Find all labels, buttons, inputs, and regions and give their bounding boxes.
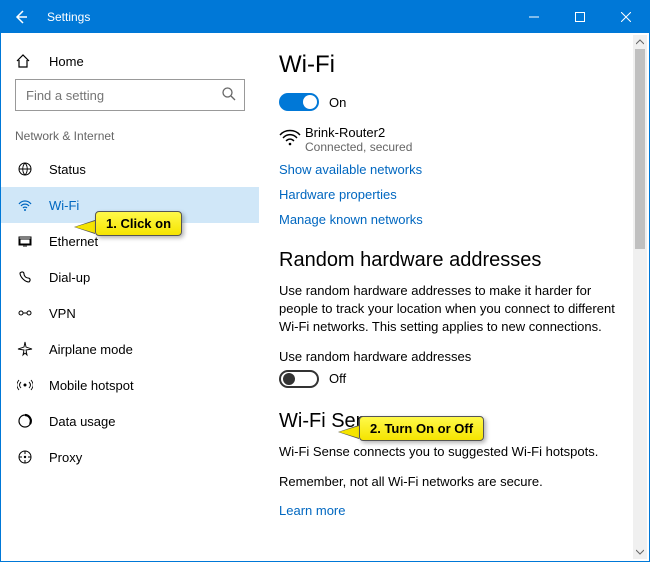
sidebar-item-dialup[interactable]: Dial-up xyxy=(1,259,259,295)
search-icon xyxy=(221,86,237,105)
current-network[interactable]: Brink-Router2 Connected, secured xyxy=(279,125,623,154)
sidebar-item-vpn[interactable]: VPN xyxy=(1,295,259,331)
search-input[interactable] xyxy=(15,79,245,111)
sidebar-item-label: Status xyxy=(49,162,86,177)
home-icon xyxy=(15,53,35,69)
wifi-toggle-label: On xyxy=(329,95,346,110)
back-arrow-icon xyxy=(13,9,29,25)
sidebar-item-label: Data usage xyxy=(49,414,116,429)
random-sublabel: Use random hardware addresses xyxy=(279,349,623,364)
random-heading: Random hardware addresses xyxy=(279,249,623,272)
random-description: Use random hardware addresses to make it… xyxy=(279,282,623,337)
close-button[interactable] xyxy=(603,1,649,33)
vertical-scrollbar[interactable] xyxy=(633,35,647,559)
network-name: Brink-Router2 xyxy=(305,125,412,140)
link-learn-more[interactable]: Learn more xyxy=(279,503,623,518)
status-icon xyxy=(15,161,35,177)
back-button[interactable] xyxy=(1,1,41,33)
dialup-icon xyxy=(15,269,35,285)
link-manage-known[interactable]: Manage known networks xyxy=(279,212,623,227)
scroll-up-icon[interactable] xyxy=(633,35,647,49)
hotspot-icon xyxy=(15,377,35,393)
proxy-icon xyxy=(15,449,35,465)
scroll-thumb[interactable] xyxy=(635,49,645,249)
wifi-signal-icon xyxy=(279,125,305,150)
link-hardware-properties[interactable]: Hardware properties xyxy=(279,187,623,202)
sidebar-group-title: Network & Internet xyxy=(1,125,259,151)
sidebar-item-proxy[interactable]: Proxy xyxy=(1,439,259,475)
maximize-icon xyxy=(575,12,585,22)
window-title: Settings xyxy=(47,10,511,24)
callout-arrow xyxy=(75,221,95,233)
scroll-down-icon[interactable] xyxy=(633,545,647,559)
minimize-button[interactable] xyxy=(511,1,557,33)
sidebar-item-label: Wi-Fi xyxy=(49,198,79,213)
datausage-icon xyxy=(15,413,35,429)
annotation-callout-1: 1. Click on xyxy=(95,211,182,236)
sidebar-item-label: Airplane mode xyxy=(49,342,133,357)
sidebar-item-label: Proxy xyxy=(49,450,82,465)
sidebar-item-airplane[interactable]: Airplane mode xyxy=(1,331,259,367)
sidebar-item-label: Ethernet xyxy=(49,234,98,249)
page-title: Wi-Fi xyxy=(279,51,623,79)
ethernet-icon xyxy=(15,233,35,249)
wifi-toggle[interactable] xyxy=(279,93,319,111)
network-status: Connected, secured xyxy=(305,140,412,154)
sidebar-item-label: Dial-up xyxy=(49,270,90,285)
sidebar-item-hotspot[interactable]: Mobile hotspot xyxy=(1,367,259,403)
sidebar-home[interactable]: Home xyxy=(1,45,259,79)
wifi-sense-desc2: Remember, not all Wi-Fi networks are sec… xyxy=(279,473,623,491)
sidebar-item-label: Mobile hotspot xyxy=(49,378,134,393)
sidebar: Home Network & Internet Status Wi-Fi Eth… xyxy=(1,33,259,561)
callout-arrow xyxy=(339,426,359,438)
random-hw-toggle[interactable] xyxy=(279,370,319,388)
minimize-icon xyxy=(529,12,539,22)
maximize-button[interactable] xyxy=(557,1,603,33)
sidebar-item-label: VPN xyxy=(49,306,76,321)
window-titlebar: Settings xyxy=(1,1,649,33)
random-hw-toggle-label: Off xyxy=(329,371,346,386)
vpn-icon xyxy=(15,305,35,321)
sidebar-item-status[interactable]: Status xyxy=(1,151,259,187)
sidebar-item-datausage[interactable]: Data usage xyxy=(1,403,259,439)
link-show-networks[interactable]: Show available networks xyxy=(279,162,623,177)
close-icon xyxy=(621,12,631,22)
wifi-sense-desc1: Wi-Fi Sense connects you to suggested Wi… xyxy=(279,443,623,461)
annotation-callout-2: 2. Turn On or Off xyxy=(359,416,484,441)
airplane-icon xyxy=(15,341,35,357)
content-pane: Wi-Fi On Brink-Router2 Connected, secure… xyxy=(259,33,649,561)
wifi-icon xyxy=(15,197,35,213)
sidebar-home-label: Home xyxy=(49,54,84,69)
